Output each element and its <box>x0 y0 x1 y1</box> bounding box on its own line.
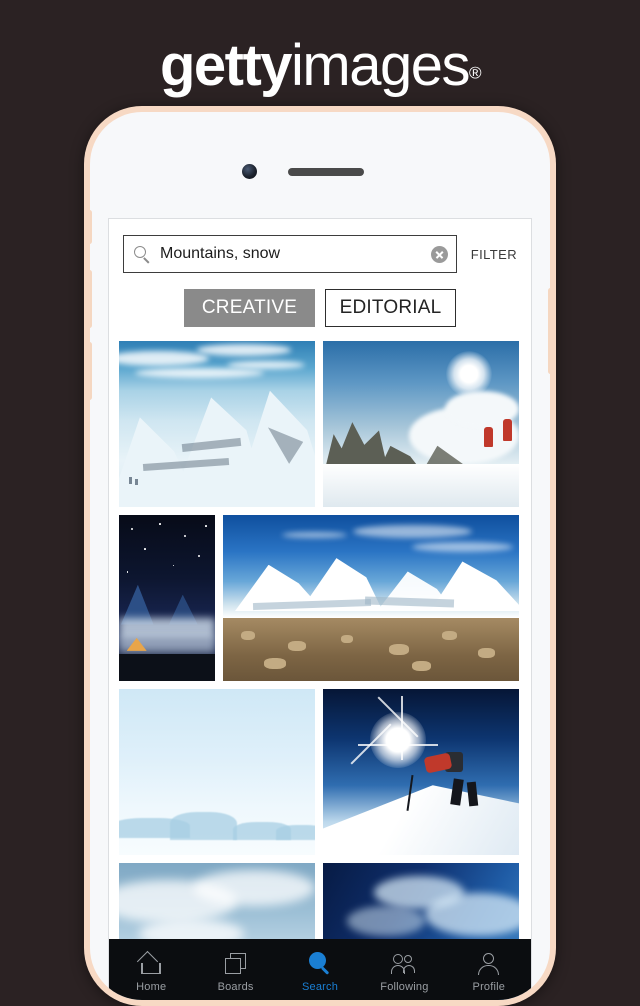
clear-search-icon[interactable] <box>430 245 448 263</box>
search-icon <box>134 245 151 263</box>
nav-item-profile[interactable]: Profile <box>447 952 531 993</box>
people-icon <box>391 952 417 976</box>
grid-row <box>119 515 521 681</box>
logo-text-bold: getty <box>159 33 293 98</box>
filter-button[interactable]: FILTER <box>471 247 517 262</box>
tab-editorial[interactable]: EDITORIAL <box>325 289 456 327</box>
search-icon <box>307 951 333 976</box>
logo-text-light: images <box>291 33 470 98</box>
tab-creative[interactable]: CREATIVE <box>184 289 315 327</box>
power-button[interactable] <box>548 288 550 374</box>
volume-down-button[interactable] <box>90 342 92 400</box>
search-results-grid <box>109 341 531 1000</box>
result-image-6[interactable] <box>323 689 519 855</box>
boards-icon <box>223 952 249 976</box>
result-image-1[interactable] <box>119 341 315 507</box>
getty-images-logo: gettyimages® <box>0 32 640 99</box>
nav-label-following: Following <box>380 980 429 993</box>
content-type-toggle: CREATIVE EDITORIAL <box>109 273 531 341</box>
result-image-5[interactable] <box>119 689 315 855</box>
nav-item-following[interactable]: Following <box>362 952 446 993</box>
nav-label-boards: Boards <box>217 980 254 993</box>
result-image-3[interactable] <box>119 515 215 681</box>
nav-item-home[interactable]: Home <box>109 950 193 993</box>
result-image-2[interactable] <box>323 341 519 507</box>
earpiece-speaker-icon <box>288 168 364 176</box>
nav-label-home: Home <box>136 980 167 993</box>
bottom-navigation-bar: Home Boards Search Following Profile <box>109 939 531 1000</box>
silent-switch-button[interactable] <box>90 210 92 244</box>
volume-up-button[interactable] <box>90 270 92 328</box>
search-input[interactable] <box>160 245 431 263</box>
app-screen: FILTER CREATIVE EDITORIAL <box>108 218 532 1000</box>
nav-item-boards[interactable]: Boards <box>193 952 277 993</box>
front-camera-icon <box>242 164 257 179</box>
home-icon <box>137 950 164 976</box>
nav-label-search: Search <box>301 980 339 993</box>
result-image-4[interactable] <box>223 515 519 681</box>
search-field-container[interactable] <box>123 235 457 273</box>
registered-trademark-icon: ® <box>469 63 482 83</box>
nav-label-profile: Profile <box>472 980 506 993</box>
phone-front-face: FILTER CREATIVE EDITORIAL <box>90 112 550 1000</box>
grid-row <box>119 341 521 507</box>
grid-row <box>119 689 521 855</box>
search-bar-row: FILTER <box>109 219 531 273</box>
person-icon <box>476 952 502 976</box>
nav-item-search[interactable]: Search <box>278 951 362 993</box>
phone-mockup: FILTER CREATIVE EDITORIAL <box>84 106 556 1006</box>
